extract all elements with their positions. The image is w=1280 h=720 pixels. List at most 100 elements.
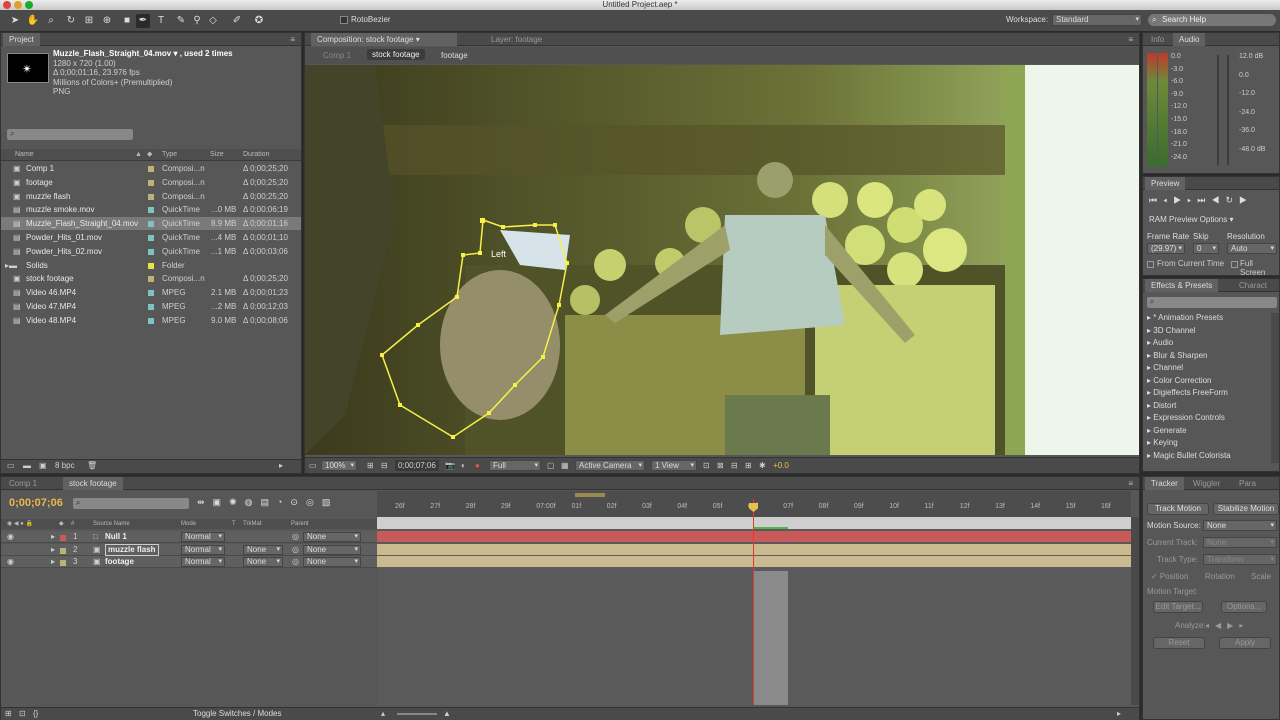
analyze-backward-icon[interactable]: ◀ — [1215, 621, 1227, 630]
layer-row[interactable]: ◉ ▸ 1 □ Null 1 Normal ◎ None — [1, 531, 377, 543]
resolution-select-preview[interactable]: Auto — [1227, 243, 1277, 254]
tab-tracker[interactable]: Tracker — [1145, 477, 1184, 490]
project-item-row[interactable]: ▤ Powder_Hits_01.mov QuickTime ...4 MB Δ 0;0… — [1, 231, 301, 244]
column-t[interactable]: T — [232, 519, 236, 529]
show-snapshot-icon[interactable]: ◐ — [461, 461, 466, 470]
last-frame-icon[interactable]: ⏭ — [1197, 195, 1211, 205]
track-type-select[interactable]: Transform — [1203, 554, 1277, 565]
tab-audio[interactable]: Audio — [1173, 33, 1206, 46]
zoom-in-icon[interactable]: ▲ — [443, 709, 451, 718]
rotobezier-checkbox[interactable] — [340, 16, 348, 24]
motion-source-select[interactable]: None — [1203, 520, 1277, 531]
track-motion-button[interactable]: Track Motion — [1147, 503, 1209, 515]
channel-icon[interactable]: ● — [475, 461, 480, 470]
trash-icon[interactable]: 🗑 — [87, 461, 97, 470]
project-item-row[interactable]: ▣ footage Composi...n Δ 0;00;25;20 — [1, 176, 301, 189]
layer-parent-select[interactable]: None — [303, 557, 361, 567]
zoom-window-icon[interactable] — [25, 1, 33, 9]
layer-trkmat-select[interactable]: None — [243, 544, 283, 555]
tab-effects-presets[interactable]: Effects & Presets — [1145, 279, 1219, 292]
layer-switches-pane-icon[interactable]: ⊞ — [5, 709, 12, 718]
effects-search-input[interactable]: ⌕ — [1147, 297, 1277, 308]
zoom-tool-icon[interactable]: ⌕ — [44, 14, 58, 28]
full-screen-checkbox[interactable] — [1231, 261, 1238, 268]
clone-stamp-tool-icon[interactable]: ⚲ — [190, 14, 204, 28]
pen-tool-icon[interactable]: ✒ — [136, 14, 150, 28]
eraser-tool-icon[interactable]: ◇ — [206, 14, 220, 28]
timeline-search-input[interactable]: ⌕ — [73, 498, 189, 509]
visibility-eye-icon[interactable]: ◉ — [7, 556, 14, 568]
ram-preview-options[interactable]: RAM Preview Options ▾ — [1149, 215, 1234, 224]
effects-category-item[interactable]: ▸ Color Correction — [1147, 376, 1212, 385]
label-color-swatch[interactable] — [148, 304, 154, 310]
transfer-controls-pane-icon[interactable]: ⊡ — [19, 709, 26, 718]
parent-pickwhip-icon[interactable]: ◎ — [292, 544, 299, 556]
column-size[interactable]: Size — [210, 149, 224, 161]
comp-mini-flowchart-icon[interactable]: ⇹ — [197, 497, 213, 507]
layer-name[interactable]: Null 1 — [105, 531, 127, 543]
close-window-icon[interactable] — [3, 1, 11, 9]
transparency-grid-icon[interactable]: ▦ — [561, 461, 569, 470]
interpret-footage-icon[interactable]: ▭ — [7, 461, 15, 470]
type-tool-icon[interactable]: T — [154, 14, 168, 28]
draft-3d-icon[interactable]: ✺ — [229, 497, 245, 507]
apply-button[interactable]: Apply — [1219, 637, 1271, 649]
column-mode[interactable]: Mode — [181, 519, 196, 529]
timeline-panel-menu-icon[interactable]: ≡ — [1128, 479, 1133, 488]
tab-timeline-comp1[interactable]: Comp 1 — [3, 477, 43, 490]
effects-category-item[interactable]: ▸ Digieffects FreeForm — [1147, 388, 1228, 397]
project-item-row[interactable]: ▣ stock footage Composi...n Δ 0;00;25;20 — [1, 272, 301, 285]
flowchart-icon[interactable]: ⊞ — [745, 461, 752, 470]
graph-icon[interactable]: ▧ — [322, 497, 339, 507]
camera-view-select[interactable]: Active Camera — [575, 460, 645, 471]
analyze-forward-icon[interactable]: ▶ — [1227, 621, 1239, 630]
scroll-right-icon[interactable]: ▸ — [279, 461, 283, 470]
label-color-swatch[interactable] — [148, 166, 154, 172]
column-parent[interactable]: Parent — [291, 519, 309, 529]
tab-project[interactable]: Project — [3, 33, 40, 46]
skip-select[interactable]: 0 — [1193, 243, 1219, 254]
effects-category-item[interactable]: ▸ Distort — [1147, 401, 1176, 410]
always-preview-icon[interactable]: ▭ — [309, 461, 317, 470]
panel-menu-icon[interactable]: ≡ — [290, 35, 295, 44]
label-color-swatch[interactable] — [148, 235, 154, 241]
comp-panel-menu-icon[interactable]: ≡ — [1128, 35, 1133, 44]
layer-label-color[interactable] — [60, 560, 66, 566]
project-item-row[interactable]: ▤ Video 48.MP4 MPEG 9.0 MB Δ 0;00;08;06 — [1, 314, 301, 327]
time-navigator-bar[interactable] — [575, 493, 605, 497]
label-color-swatch[interactable] — [148, 317, 154, 324]
current-time-display[interactable]: 0;00;07;06 — [395, 460, 439, 471]
ram-preview-icon[interactable]: ▶ — [1239, 195, 1253, 205]
tab-info[interactable]: Info — [1145, 33, 1170, 46]
toggle-switches-modes-button[interactable]: Toggle Switches / Modes — [193, 709, 282, 718]
search-help-field[interactable]: ⌕ Search Help — [1148, 14, 1276, 26]
from-current-time-checkbox[interactable] — [1147, 261, 1154, 268]
shy-icon[interactable]: ◍ — [245, 497, 261, 507]
analyze-forward-1-icon[interactable]: ▸ — [1239, 621, 1249, 630]
workspace-select[interactable]: Standard — [1052, 14, 1142, 26]
time-navigator[interactable] — [377, 491, 1131, 499]
frame-rate-select[interactable]: (29.97) — [1147, 243, 1185, 254]
label-color-swatch[interactable] — [148, 193, 154, 200]
current-time-indicator[interactable] — [753, 499, 754, 705]
mute-icon[interactable]: ◀ — [1211, 195, 1225, 205]
timeline-scroll-right-icon[interactable]: ▸ — [1117, 709, 1121, 718]
project-bpc[interactable]: 8 bpc — [55, 461, 75, 470]
motion-blur-icon[interactable]: ◔ — [277, 497, 290, 507]
effects-category-item[interactable]: ▸ Audio — [1147, 338, 1173, 347]
live-update-icon[interactable]: ▣ — [213, 497, 230, 507]
first-frame-icon[interactable]: ⏮ — [1149, 195, 1163, 205]
tab-layer[interactable]: Layer: footage — [485, 33, 548, 46]
roto-brush-tool-icon[interactable]: ✐ — [230, 14, 244, 28]
layer-mode-select[interactable]: Normal — [181, 557, 225, 567]
project-item-row[interactable]: ▣ Comp 1 Composi...n Δ 0;00;25;20 — [1, 162, 301, 175]
effects-category-item[interactable]: ▸ Channel — [1147, 363, 1183, 372]
layer-label-color[interactable] — [60, 535, 66, 541]
effects-category-item[interactable]: ▸ Expression Controls — [1147, 413, 1225, 422]
tab-composition[interactable]: Composition: stock footage ▾ — [311, 33, 457, 46]
column-source-name[interactable]: Source Name — [93, 519, 130, 529]
audio-slider-track-right[interactable] — [1227, 55, 1229, 165]
layer-expand-arrow-icon[interactable]: ▸ — [51, 531, 55, 543]
selection-tool-icon[interactable]: ➤ — [8, 14, 22, 28]
effects-category-item[interactable]: ▸ Keying — [1147, 438, 1178, 447]
